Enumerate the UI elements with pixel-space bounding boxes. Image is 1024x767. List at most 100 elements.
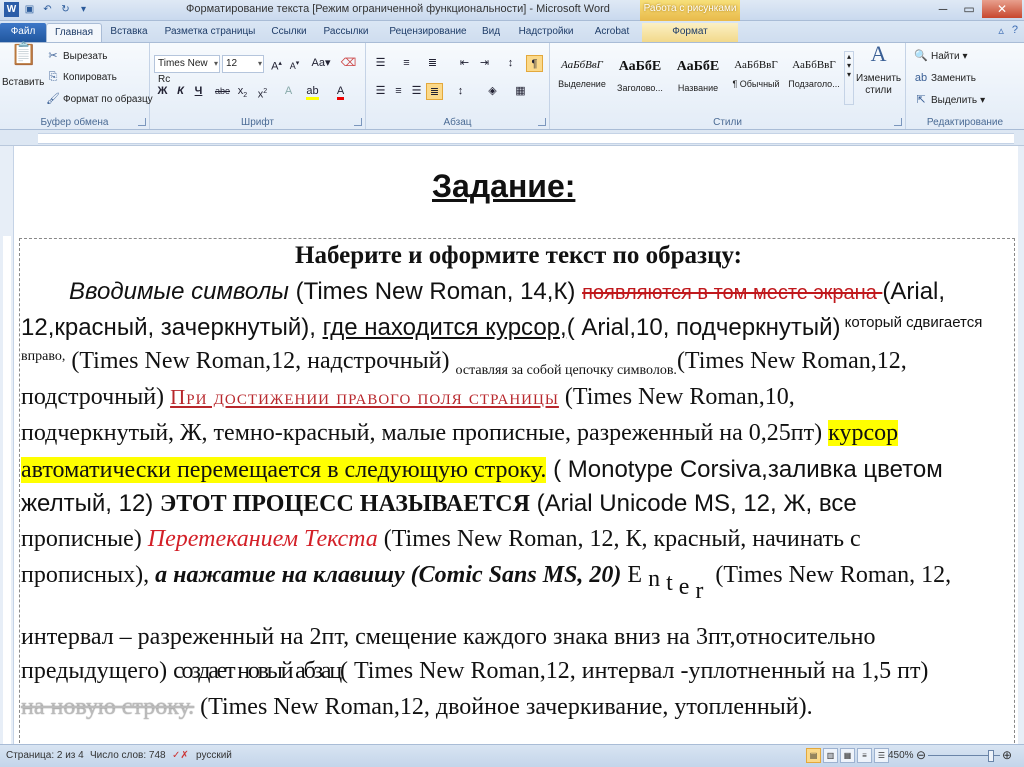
close-icon[interactable]: ✕ xyxy=(982,0,1022,18)
style-subtitle[interactable]: АаБбВвГ Подзаголо... xyxy=(786,51,842,101)
outline-icon[interactable]: ≡ xyxy=(857,748,872,763)
document-page[interactable]: Задание: Наберите и оформите текст по об… xyxy=(14,146,1018,744)
qat-customize-icon[interactable]: ▾ xyxy=(76,2,91,17)
text-line-3: вправо, (Times New Roman,12, надстрочный… xyxy=(21,348,907,378)
language-indicator[interactable]: русский xyxy=(196,750,232,761)
tab-addins[interactable]: Надстройки xyxy=(510,23,582,42)
copy-button[interactable]: ⎘ Копировать xyxy=(46,70,117,84)
print-layout-icon[interactable]: ▤ xyxy=(806,748,821,763)
zoom-slider[interactable]: ⊖ ⊕ xyxy=(916,748,1012,762)
tab-references[interactable]: Ссылки xyxy=(266,23,312,42)
horizontal-ruler[interactable] xyxy=(0,130,1024,146)
font-color-icon[interactable]: A xyxy=(332,83,349,100)
grow-font-icon[interactable]: A▴ xyxy=(268,55,285,73)
page-indicator[interactable]: Страница: 2 из 4 xyxy=(6,750,84,761)
shading-icon[interactable]: ◈ xyxy=(484,83,501,100)
select-button[interactable]: ⇱ Выделить ▾ xyxy=(914,93,985,107)
align-left-icon[interactable]: ☰ xyxy=(372,83,389,100)
paste-button[interactable]: 📋 Вставить xyxy=(2,43,44,89)
style-title[interactable]: АаБбЕ Название xyxy=(670,51,726,101)
sort-icon[interactable]: ↕ xyxy=(502,55,519,72)
maximize-icon[interactable]: ▭ xyxy=(956,0,982,18)
full-screen-reading-icon[interactable]: ▥ xyxy=(823,748,838,763)
align-right-icon[interactable]: ☰ xyxy=(408,83,425,100)
styles-scroll[interactable]: ▴ ▾ ▾ xyxy=(844,51,854,105)
text-line-11: предыдущего) создает новый абзац( Times … xyxy=(21,658,929,684)
font-launcher[interactable] xyxy=(354,118,362,126)
decrease-indent-icon[interactable]: ⇤ xyxy=(456,55,473,72)
style-heading[interactable]: АаБбЕ Заголово... xyxy=(612,51,668,101)
styles-launcher[interactable] xyxy=(894,118,902,126)
copy-icon: ⎘ xyxy=(48,71,58,83)
proofing-icon[interactable]: ✓✗ xyxy=(172,750,189,761)
replace-icon: ab xyxy=(914,72,928,84)
tab-file[interactable]: Файл xyxy=(0,23,46,42)
line-spacing-icon[interactable]: ↕ xyxy=(452,83,469,100)
zoom-out-icon[interactable]: ⊖ xyxy=(916,748,926,762)
strikethrough-icon[interactable]: abe xyxy=(214,83,231,100)
zoom-in-icon[interactable]: ⊕ xyxy=(1002,748,1012,762)
tab-review[interactable]: Рецензирование xyxy=(380,23,476,42)
style-emphasis[interactable]: АаБбВвГ Выделение xyxy=(554,51,610,101)
clear-format-icon[interactable]: ⌫ xyxy=(340,55,357,72)
tab-view[interactable]: Вид xyxy=(476,23,506,42)
tab-insert[interactable]: Вставка xyxy=(104,23,154,42)
text-line-12: на новую строку. (Times New Roman,12, дв… xyxy=(21,694,813,720)
paragraph-launcher[interactable] xyxy=(538,118,546,126)
show-marks-icon[interactable]: ¶ xyxy=(526,55,543,72)
numbering-icon[interactable]: ≡ xyxy=(398,55,415,72)
tab-format[interactable]: Формат xyxy=(642,23,738,42)
word-icon[interactable]: W xyxy=(4,2,19,17)
minimize-icon[interactable]: ─ xyxy=(930,0,956,18)
font-group: Times New Rc ▾ 12 ▾ A▴ A▾ Aa▾ ⌫ Ж К Ч abe … xyxy=(150,43,366,129)
tab-home[interactable]: Главная xyxy=(46,23,102,42)
word-count[interactable]: Число слов: 748 xyxy=(90,750,166,761)
find-button[interactable]: 🔍 Найти ▾ xyxy=(914,49,967,63)
subscript-icon[interactable]: x2 xyxy=(234,83,251,100)
borders-icon[interactable]: ▦ xyxy=(512,83,529,100)
cut-button[interactable]: ✂ Вырезать xyxy=(46,49,107,63)
superscript-icon[interactable]: x2 xyxy=(254,83,271,101)
vertical-scrollbar[interactable] xyxy=(1018,146,1024,744)
multilevel-list-icon[interactable]: ≣ xyxy=(424,55,441,72)
help-icon[interactable]: ? xyxy=(1012,24,1018,37)
zoom-slider-handle[interactable] xyxy=(988,750,994,762)
tab-page-layout[interactable]: Разметка страницы xyxy=(158,23,262,42)
shrink-font-icon[interactable]: A▾ xyxy=(286,55,303,72)
paragraph-label: Абзац xyxy=(443,117,472,128)
change-case-icon[interactable]: Aa▾ xyxy=(310,55,332,72)
text-line-2: 12,красный, зачеркнутый), где находится … xyxy=(21,314,983,341)
change-styles-button[interactable]: A Изменить стили xyxy=(856,43,901,97)
replace-button[interactable]: ab Заменить xyxy=(914,71,976,85)
undo-icon[interactable]: ↶ xyxy=(40,2,55,17)
font-name-combo[interactable]: Times New Rc ▾ xyxy=(154,55,220,85)
scissors-icon: ✂ xyxy=(48,50,58,62)
font-size-combo[interactable]: 12 ▾ xyxy=(222,55,264,73)
title-bar: W ▣ ↶ ↻ ▾ Форматирование текста [Режим о… xyxy=(0,0,1024,21)
clipboard-launcher[interactable] xyxy=(138,118,146,126)
tab-mailings[interactable]: Рассылки xyxy=(316,23,376,42)
bullets-icon[interactable]: ☰ xyxy=(372,55,389,72)
text-effects-icon[interactable]: A xyxy=(280,83,297,100)
italic-icon[interactable]: К xyxy=(172,83,189,100)
minimize-ribbon-icon[interactable]: ▵ xyxy=(998,24,1004,37)
format-painter-button[interactable]: 🖌 Формат по образцу xyxy=(46,92,153,106)
redo-icon[interactable]: ↻ xyxy=(58,2,73,17)
brush-icon: 🖌 xyxy=(46,93,60,105)
underline-icon[interactable]: Ч xyxy=(190,83,207,100)
highlight-icon[interactable]: ab xyxy=(304,83,321,100)
text-line-4: подстрочный) При достижении правого поля… xyxy=(21,384,795,410)
status-bar: Страница: 2 из 4 Число слов: 748 ✓✗ русс… xyxy=(0,744,1024,767)
tab-acrobat[interactable]: Acrobat xyxy=(586,23,638,42)
justify-icon[interactable]: ≣ xyxy=(426,83,443,100)
ribbon-right-controls: ▵ ? xyxy=(998,24,1018,37)
increase-indent-icon[interactable]: ⇥ xyxy=(476,55,493,72)
style-normal[interactable]: АаБбВвГ ¶ Обычный xyxy=(728,51,784,101)
save-icon[interactable]: ▣ xyxy=(22,2,37,17)
align-center-icon[interactable]: ≡ xyxy=(390,83,407,100)
zoom-level[interactable]: 450% xyxy=(888,750,914,761)
vertical-ruler[interactable] xyxy=(0,146,14,744)
draft-icon[interactable]: ☰ xyxy=(874,748,889,763)
web-layout-icon[interactable]: ▦ xyxy=(840,748,855,763)
bold-icon[interactable]: Ж xyxy=(154,83,171,100)
